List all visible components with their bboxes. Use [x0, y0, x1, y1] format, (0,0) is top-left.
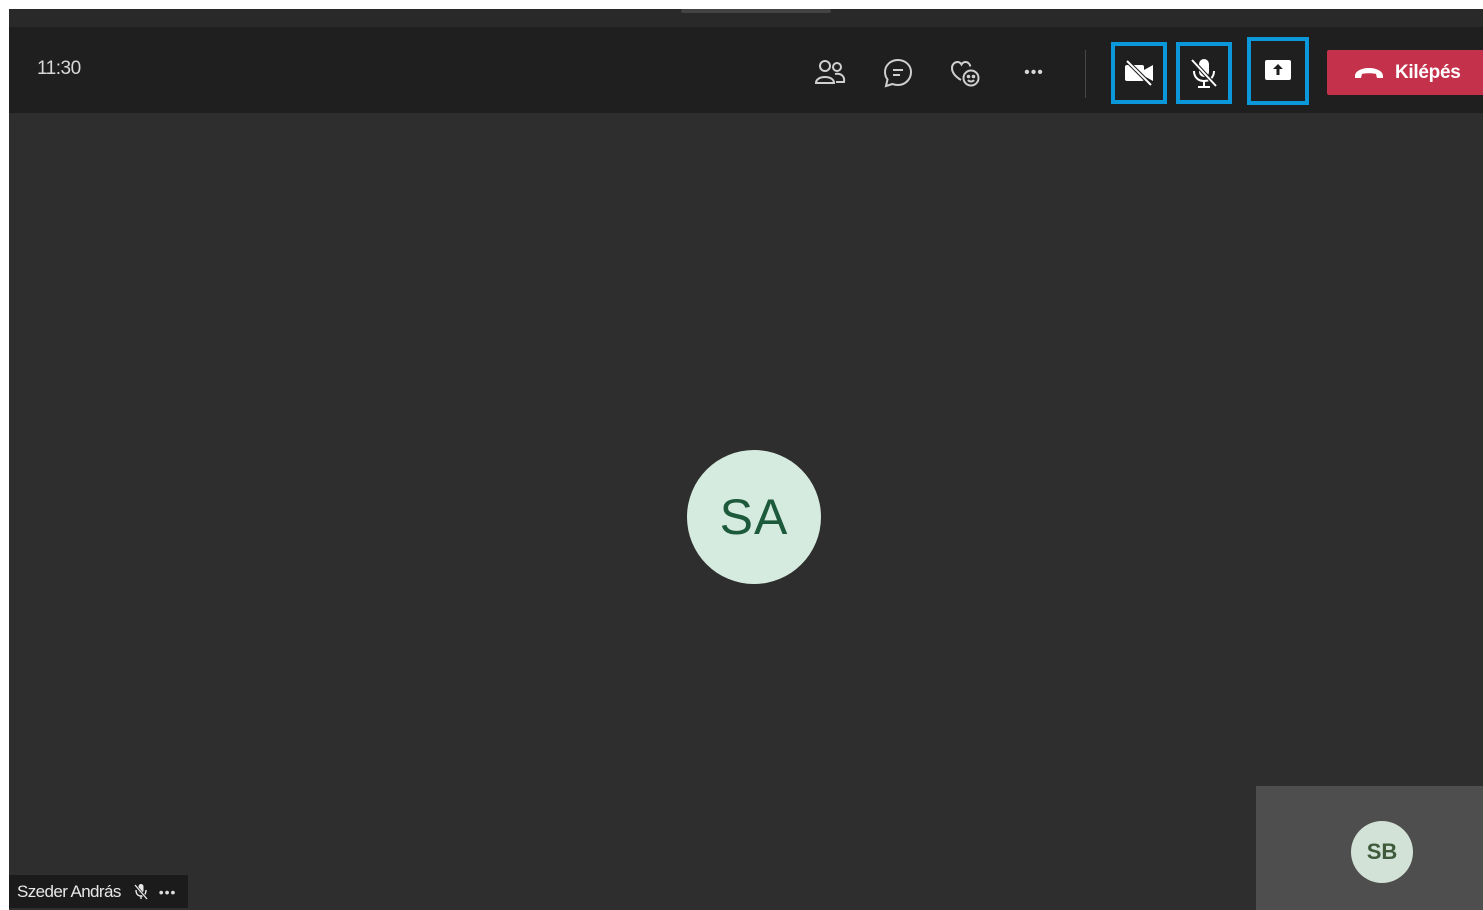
leave-label: Kilépés	[1395, 61, 1461, 83]
participant-more-icon[interactable]: •••	[159, 884, 177, 900]
participant-initials: SA	[719, 489, 789, 545]
participant-name: Szeder András	[17, 881, 121, 901]
share-screen-icon	[1265, 60, 1291, 80]
more-icon: •••	[1024, 64, 1044, 81]
camera-off-icon	[1125, 59, 1153, 87]
participant-name-tag: Szeder András •••	[9, 875, 189, 908]
title-strip	[9, 9, 1483, 27]
participant-mic-off-icon	[133, 883, 148, 900]
self-initials: SB	[1366, 839, 1398, 864]
chat-icon	[883, 58, 913, 88]
mic-toggle-button[interactable]	[1176, 42, 1232, 104]
reactions-icon	[950, 60, 980, 87]
participant-avatar: SA	[687, 450, 821, 584]
self-avatar: SB	[1351, 821, 1413, 883]
chat-button[interactable]	[878, 53, 918, 93]
hang-up-icon	[1355, 67, 1383, 78]
share-screen-button[interactable]	[1247, 37, 1309, 105]
participants-icon	[814, 60, 846, 84]
self-video-tile: SB	[1256, 786, 1483, 910]
participants-button[interactable]	[810, 53, 850, 93]
reactions-button[interactable]	[945, 53, 985, 93]
meeting-toolbar: 11:30 ••• Kilépés	[9, 27, 1483, 113]
video-stage: SA Szeder András ••• SB	[9, 113, 1483, 910]
mic-off-icon	[1190, 58, 1218, 88]
meeting-window: 11:30 ••• Kilépés SA Szeder András ••• S…	[9, 9, 1483, 910]
window-title-blurred	[681, 9, 831, 13]
more-options-button[interactable]: •••	[1014, 53, 1054, 93]
leave-button[interactable]: Kilépés	[1327, 50, 1483, 95]
meeting-time: 11:30	[37, 58, 81, 79]
camera-toggle-button[interactable]	[1111, 42, 1167, 104]
toolbar-divider	[1085, 50, 1086, 98]
